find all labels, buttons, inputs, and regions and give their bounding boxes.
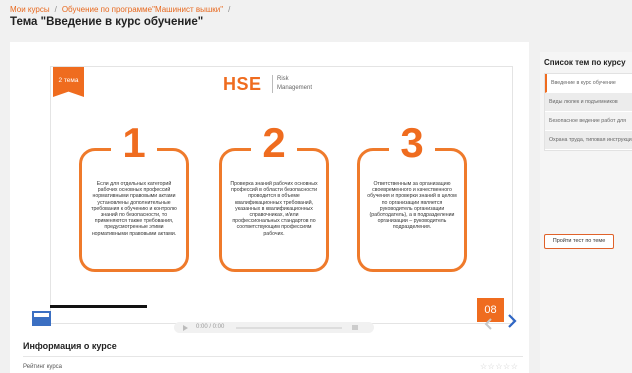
topics-title: Список тем по курсу [544, 58, 626, 67]
course-rating-label: Рейтинг курса [23, 364, 62, 370]
volume-icon[interactable] [352, 325, 358, 330]
logo-divider [272, 75, 273, 93]
take-test-button[interactable]: Пройти тест по теме [544, 234, 614, 249]
course-info-title: Информация о курсе [23, 341, 117, 351]
card-text: Проверка знаний рабочих основных професс… [230, 181, 318, 237]
topics-sidebar: Список тем по курсу Введение в курс обуч… [540, 52, 632, 373]
topics-list: Введение в курс обучение Виды люлек и по… [544, 73, 632, 151]
chevron-right-icon[interactable] [506, 314, 518, 328]
audio-time: 0:00 / 0:00 [196, 324, 225, 330]
slide-progress-bar [50, 305, 147, 308]
card-text: Ответственным за организацию своевременн… [367, 181, 457, 231]
divider [23, 356, 523, 357]
info-card-2: Проверка знаний рабочих основных професс… [219, 148, 329, 272]
page-title: Тема "Введение в курс обучение" [10, 16, 204, 28]
logo-subtitle: Risk Management [277, 75, 312, 93]
play-icon[interactable] [183, 325, 188, 331]
logo-subtitle-line: Risk [277, 76, 289, 82]
rating-stars[interactable]: ☆☆☆☆☆ [480, 362, 518, 371]
audio-player[interactable]: 0:00 / 0:00 [174, 322, 374, 333]
info-card-3: Ответственным за организацию своевременн… [357, 148, 467, 272]
chevron-left-icon[interactable] [484, 318, 494, 330]
breadcrumb-my-courses[interactable]: Мои курсы [10, 5, 50, 14]
info-card-1: Если для отдельных категорий рабочих осн… [79, 148, 189, 272]
topic-tag: 2 тема [53, 67, 84, 97]
hse-logo: HSE [223, 74, 262, 94]
card-number-1: 1 [111, 122, 157, 164]
card-text: Если для отдельных категорий рабочих осн… [91, 181, 177, 237]
audio-seek-bar[interactable] [236, 327, 342, 329]
topic-item[interactable]: Охрана труда, типовая инструкция [545, 131, 632, 150]
lesson-player: 2 тема HSE Risk Management Если для отде… [10, 42, 529, 373]
topic-item[interactable]: Виды люлек и подъемников [545, 93, 632, 112]
breadcrumb-separator: / [54, 5, 57, 14]
breadcrumb: Мои курсы / Обучение по программе"Машинист… [10, 5, 235, 14]
card-number-2: 2 [251, 122, 297, 164]
logo-subtitle-line: Management [277, 85, 313, 91]
card-number-3: 3 [389, 122, 435, 164]
slide: 2 тема HSE Risk Management Если для отде… [50, 66, 513, 324]
fullscreen-icon[interactable] [32, 311, 51, 326]
topic-item[interactable]: Введение в курс обучение [545, 74, 632, 93]
breadcrumb-separator: / [228, 5, 231, 14]
breadcrumb-program[interactable]: Обучение по программе"Машинист вышки" [62, 5, 223, 14]
topic-item[interactable]: Безопасное ведение работ для [545, 112, 632, 131]
